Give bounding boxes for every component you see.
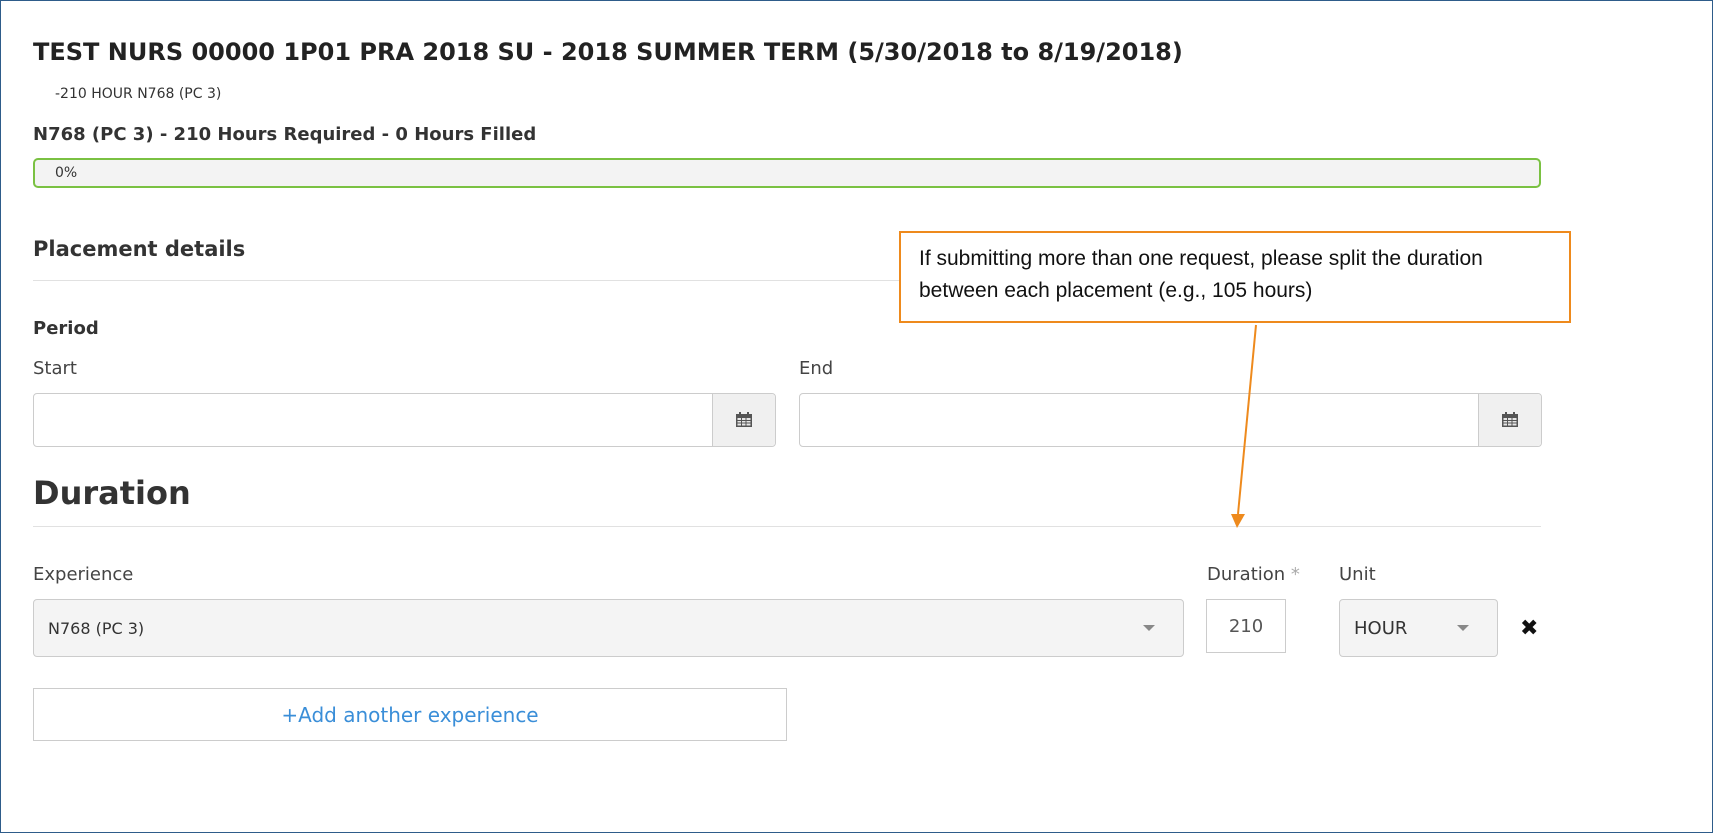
- start-date-input[interactable]: [34, 394, 712, 446]
- duration-heading: Duration: [33, 474, 191, 512]
- calendar-icon: [736, 412, 752, 427]
- end-date-input[interactable]: [800, 394, 1478, 446]
- add-experience-button[interactable]: +Add another experience: [33, 688, 787, 741]
- experience-label: Experience: [33, 564, 134, 585]
- end-date-field: [799, 393, 1542, 447]
- duration-label: Duration *: [1207, 564, 1300, 585]
- end-label: End: [799, 358, 834, 379]
- divider: [33, 526, 1541, 527]
- hours-requirement: N768 (PC 3) - 210 Hours Required - 0 Hou…: [33, 124, 537, 145]
- chevron-down-icon: [1457, 625, 1469, 631]
- callout-box: If submitting more than one request, ple…: [899, 231, 1571, 323]
- course-subtitle: -210 HOUR N768 (PC 3): [55, 86, 222, 102]
- start-calendar-button[interactable]: [712, 394, 775, 446]
- placement-details-heading: Placement details: [33, 237, 246, 261]
- chevron-down-icon: [1143, 625, 1155, 631]
- start-date-field: [33, 393, 776, 447]
- unit-select[interactable]: HOUR: [1339, 599, 1498, 657]
- experience-select-value: N768 (PC 3): [48, 618, 145, 638]
- period-label: Period: [33, 318, 99, 339]
- course-title: TEST NURS 00000 1P01 PRA 2018 SU - 2018 …: [33, 38, 1183, 66]
- unit-label: Unit: [1339, 564, 1376, 585]
- start-label: Start: [33, 358, 77, 379]
- progress-label: 0%: [55, 165, 78, 181]
- duration-label-text: Duration: [1207, 564, 1286, 585]
- calendar-icon: [1502, 412, 1518, 427]
- unit-select-value: HOUR: [1354, 617, 1408, 639]
- end-calendar-button[interactable]: [1478, 394, 1541, 446]
- duration-input[interactable]: 210: [1206, 599, 1286, 653]
- progress-bar: 0%: [33, 158, 1541, 188]
- close-icon[interactable]: ✖: [1520, 618, 1538, 640]
- required-marker: *: [1290, 564, 1300, 585]
- experience-select[interactable]: N768 (PC 3): [33, 599, 1184, 657]
